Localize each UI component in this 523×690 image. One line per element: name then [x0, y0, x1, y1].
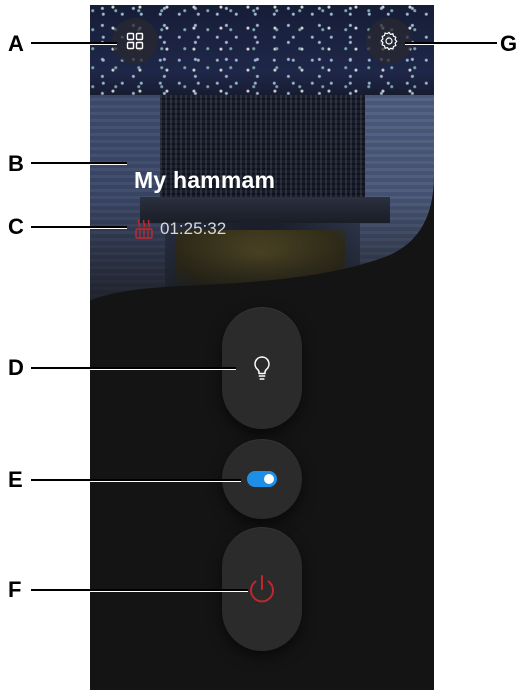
session-timer: 01:25:32 — [160, 219, 227, 238]
menu-button[interactable] — [112, 18, 158, 64]
callout-line-d — [31, 367, 236, 370]
lightbulb-icon — [254, 356, 270, 380]
callout-line-b — [31, 162, 127, 165]
toggle-switch-icon[interactable] — [247, 471, 277, 487]
phone-screen: My hammam 01:25:32 — [90, 5, 434, 690]
callout-g: G — [500, 31, 518, 56]
power-icon — [250, 575, 274, 603]
callout-b: B — [8, 151, 24, 176]
heater-icon — [135, 219, 153, 239]
callout-line-c — [31, 226, 127, 229]
callout-a: A — [8, 31, 24, 56]
page-title: My hammam — [134, 167, 276, 193]
timer-row: 01:25:32 — [134, 218, 226, 240]
toggle-knob — [264, 474, 274, 484]
callout-line-a — [31, 42, 117, 45]
callout-f: F — [8, 577, 22, 602]
callout-line-g — [405, 42, 497, 45]
callout-d: D — [8, 355, 24, 380]
callout-e: E — [8, 467, 23, 492]
settings-button[interactable] — [366, 18, 412, 64]
callout-line-f — [31, 589, 248, 592]
gear-icon — [380, 31, 398, 51]
callout-line-e — [31, 479, 241, 482]
callout-c: C — [8, 214, 24, 239]
grid-icon — [126, 32, 144, 50]
